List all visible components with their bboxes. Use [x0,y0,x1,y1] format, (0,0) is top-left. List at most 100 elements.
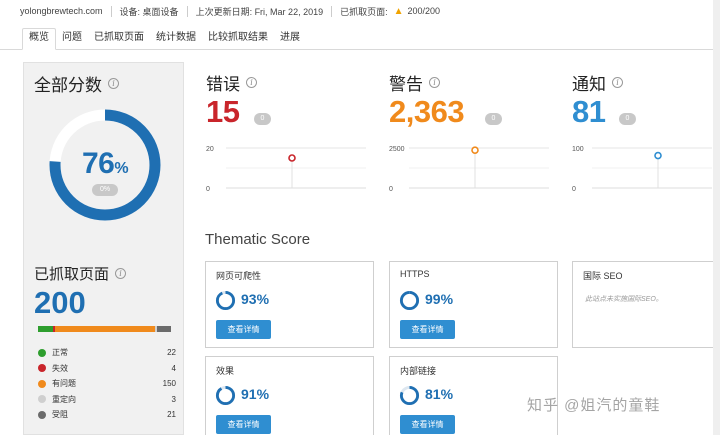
tab-statistics[interactable]: 统计数据 [150,27,202,49]
performance-title: 效果 [216,366,235,376]
distribution-segment [38,326,53,332]
warnings-delta-badge: 0 [485,113,502,125]
warnings-count[interactable]: 2,363 [389,94,465,130]
notices-count[interactable]: 81 [572,94,606,130]
legend-item[interactable]: 重定向 3 [38,392,176,408]
axis-tick-label: 100 [572,146,584,153]
https-score: 99% [425,291,454,307]
legend-dot [38,348,46,357]
crawlability-title: 网页可爬性 [216,271,262,281]
warning-icon: ▲ [393,5,404,17]
crawled-pages-title: 已抓取页面 i [34,263,127,284]
legend-label: 失效 [52,363,68,373]
international-seo-note: 此站点未实施国际SEO。 [585,296,663,303]
crawled-pages-distribution-bar [38,326,171,332]
legend-item[interactable]: 失效 4 [38,361,176,377]
site-domain[interactable]: yolongbrewtech.com [20,6,103,16]
notices-sparkline: 100 0 [572,146,712,193]
ring-arc [215,385,236,406]
site-health-panel: 全部分数 i 76% 0% 已抓取页面 i 200 正常 22 失效 4 有问题 150 重… [23,62,184,435]
legend-value: 22 [167,348,176,358]
info-icon[interactable]: i [108,78,119,89]
crawled-pages-label: 已抓取页面: [340,6,388,17]
crawlability-details-button[interactable]: 查看详情 [216,320,271,339]
warnings-sparkline: 2500 0 [389,146,549,193]
errors-count[interactable]: 15 [206,94,240,130]
legend-value: 4 [171,363,176,373]
tab-progress[interactable]: 进展 [274,27,306,49]
watermark: 知乎 @姐汽的童鞋 [527,397,661,414]
distribution-segment [55,326,156,332]
site-info-bar: yolongbrewtech.com 设备: 桌面设备 上次更新日期: Fri,… [0,0,720,22]
internal-linking-details-button[interactable]: 查看详情 [400,415,455,434]
divider [110,5,112,17]
site-health-score-value: 76 [81,147,115,180]
notices-delta-badge: 0 [619,113,636,125]
tab-issues[interactable]: 问题 [56,27,88,49]
legend-label: 正常 [52,348,68,358]
legend-dot [38,364,46,373]
crawled-pages-value: 200/200 [407,6,441,16]
errors-title-text: 错误 [206,75,240,94]
legend-value: 3 [171,394,176,404]
notices-title: 通知 i [572,70,720,95]
site-health-title-text: 全部分数 [34,76,102,95]
axis-tick-label: 0 [572,186,576,193]
data-point [288,154,296,162]
crawled-pages-title-text: 已抓取页面 [34,266,110,283]
axis-tick-label: 0 [206,186,210,193]
warnings-title: 警告 i [389,70,559,95]
performance-score-ring [215,385,236,406]
tab-compare-crawls[interactable]: 比较抓取结果 [202,27,274,49]
legend-item[interactable]: 有问题 150 [38,376,176,392]
performance-card: 效果 91% 查看详情 [205,356,374,435]
axis-tick-label: 2500 [389,146,405,153]
distribution-segment [157,326,171,332]
notices-metric: 通知 i 81 0 100 0 [572,70,720,200]
divider [186,5,188,17]
https-card: HTTPS 99% 查看详情 [389,261,558,348]
tab-crawled-pages[interactable]: 已抓取页面 [88,27,150,49]
legend-label: 受阻 [52,410,68,420]
device-label: 设备: 桌面设备 [119,6,179,17]
data-point [471,146,479,154]
legend-dot [38,395,46,404]
warnings-metric: 警告 i 2,363 0 2500 0 [389,70,559,200]
crawlability-card: 网页可爬性 93% 查看详情 [205,261,374,348]
internal-linking-title: 内部链接 [400,366,437,376]
axis-tick-label: 20 [206,146,214,153]
divider [331,5,333,17]
tab-bar: 概览 问题 已抓取页面 统计数据 比较抓取结果 进展 [0,24,720,50]
crawlability-score-ring [215,290,236,311]
https-score-ring [399,290,420,311]
tab-overview[interactable]: 概览 [22,28,56,50]
international-seo-card: 国际 SEO 此站点未实施国际SEO。 [572,261,720,348]
errors-title: 错误 i [206,70,376,95]
international-seo-title: 国际 SEO [583,271,623,281]
site-health-score: 76% [48,147,162,181]
info-icon[interactable]: i [612,77,623,88]
axis-tick-label: 0 [389,186,393,193]
legend-value: 150 [162,379,176,389]
https-details-button[interactable]: 查看详情 [400,320,455,339]
legend-item[interactable]: 正常 22 [38,345,176,361]
notices-title-text: 通知 [572,75,606,94]
info-icon[interactable]: i [246,77,257,88]
legend-item[interactable]: 受阻 21 [38,407,176,423]
legend-dot [38,410,46,419]
internal-linking-score-ring [399,385,420,406]
errors-metric: 错误 i 15 0 20 0 [206,70,376,200]
performance-details-button[interactable]: 查看详情 [216,415,271,434]
crawlability-score: 93% [241,291,270,307]
data-point [654,151,662,160]
performance-score: 91% [241,386,270,402]
site-health-score-unit: % [114,160,129,177]
errors-sparkline: 20 0 [206,146,366,193]
info-icon[interactable]: i [115,268,127,279]
scrollbar[interactable] [713,0,720,435]
warnings-title-text: 警告 [389,75,423,94]
info-icon[interactable]: i [429,77,440,88]
crawled-pages-legend: 正常 22 失效 4 有问题 150 重定向 3 受阻 21 [38,345,176,423]
thematic-score-title: Thematic Score [205,231,311,248]
legend-label: 重定向 [52,394,76,404]
